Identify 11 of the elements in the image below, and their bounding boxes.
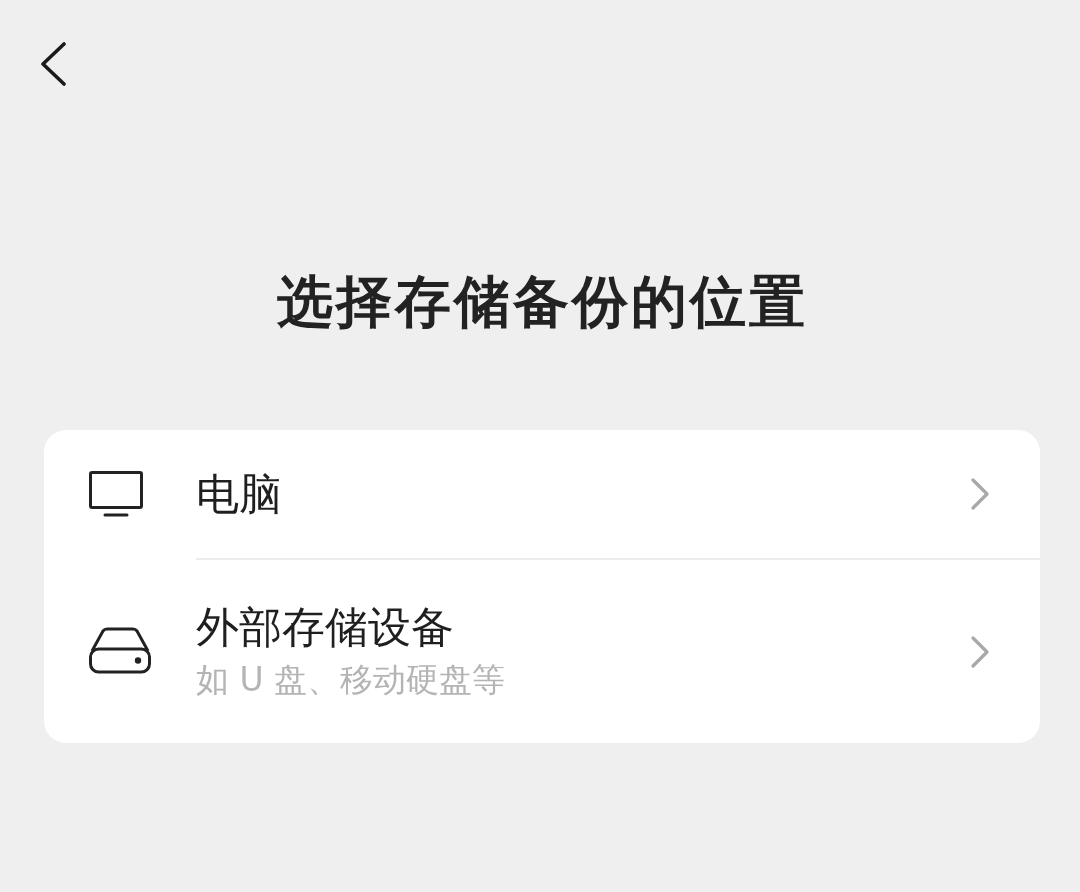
monitor-icon — [89, 471, 143, 517]
hard-drive-icon — [89, 627, 151, 674]
list-item[interactable]: 外部存储设备 如 U 盘、移动硬盘等 — [44, 558, 1040, 743]
chevron-right-icon — [970, 477, 990, 511]
item-title: 电脑 — [196, 468, 282, 521]
item-subtitle: 如 U 盘、移动硬盘等 — [196, 658, 506, 701]
page-title: 选择存储备份的位置 — [276, 268, 808, 335]
chevron-right-icon — [970, 634, 990, 669]
back-button[interactable] — [40, 42, 66, 86]
item-title: 外部存储设备 — [196, 600, 454, 654]
list-item[interactable]: 电脑 — [44, 430, 1040, 558]
